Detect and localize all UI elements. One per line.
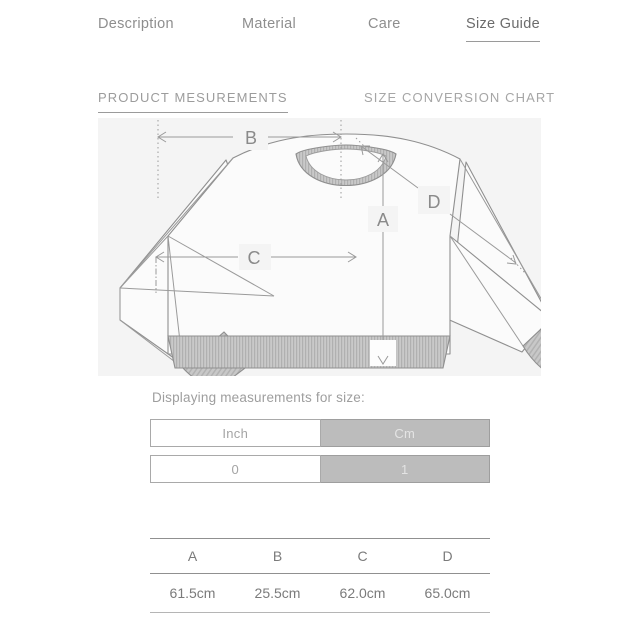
- measurement-value-c: 62.0cm: [320, 573, 405, 613]
- table-header-c: C: [320, 538, 405, 574]
- measurements-table: A B C D 61.5cm 25.5cm 62.0cm 65.0cm: [150, 538, 490, 613]
- dimension-label-a: A: [377, 210, 389, 230]
- unit-toggle-group: Inch Cm: [150, 419, 490, 447]
- tab-size-guide[interactable]: Size Guide: [466, 16, 540, 42]
- hem-ribbing: [167, 335, 451, 369]
- table-row: 61.5cm 25.5cm 62.0cm 65.0cm: [150, 573, 490, 613]
- section-header-product-measurements[interactable]: PRODUCT MESUREMENTS: [98, 90, 288, 113]
- size-option-0[interactable]: 0: [150, 455, 321, 483]
- table-header-b: B: [235, 538, 320, 574]
- table-header-d: D: [405, 538, 490, 574]
- dimension-label-c: C: [248, 248, 261, 268]
- product-tab-bar: Description Material Care Size Guide: [0, 0, 640, 56]
- measurement-value-a: 61.5cm: [150, 573, 235, 613]
- tab-care[interactable]: Care: [368, 16, 401, 41]
- dimension-label-b: B: [245, 128, 257, 148]
- dimension-label-d: D: [428, 192, 441, 212]
- unit-option-inch[interactable]: Inch: [150, 419, 321, 447]
- measurement-value-b: 25.5cm: [235, 573, 320, 613]
- sweatshirt-diagram-svg: B A C D: [119, 120, 541, 376]
- section-header-size-conversion-chart[interactable]: SIZE CONVERSION CHART: [364, 90, 555, 112]
- tab-material[interactable]: Material: [242, 16, 296, 41]
- tab-description[interactable]: Description: [98, 16, 174, 41]
- measurement-value-d: 65.0cm: [405, 573, 490, 613]
- table-header-a: A: [150, 538, 235, 574]
- table-header-row: A B C D: [150, 538, 490, 574]
- size-toggle-group: 0 1: [150, 455, 490, 483]
- displaying-measurements-label: Displaying measurements for size:: [152, 390, 365, 405]
- unit-option-cm[interactable]: Cm: [320, 419, 490, 447]
- measurement-diagram-panel: B A C D: [98, 118, 541, 376]
- size-option-1[interactable]: 1: [320, 455, 490, 483]
